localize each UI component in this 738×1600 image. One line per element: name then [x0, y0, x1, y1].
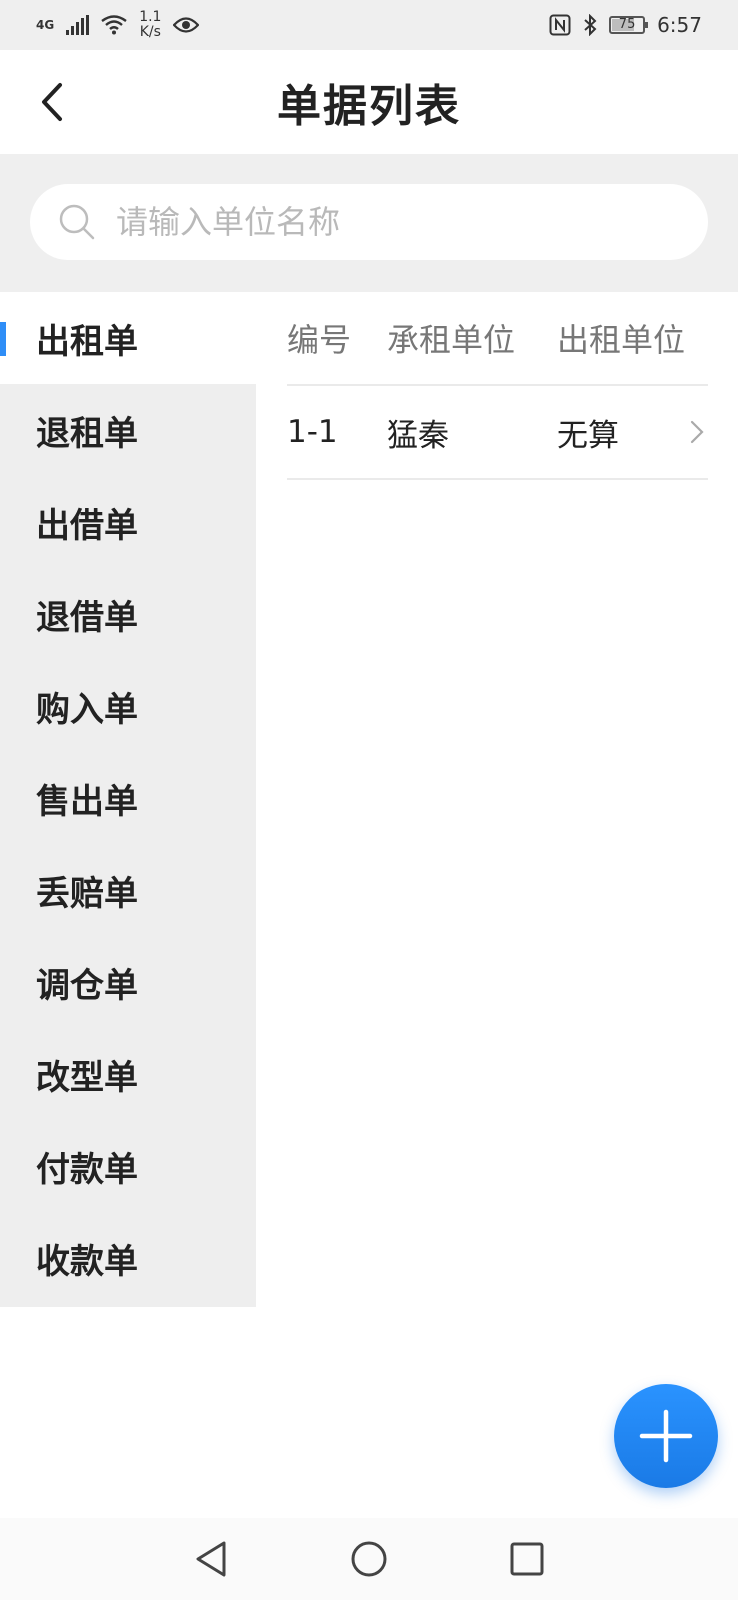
plus-icon	[639, 1409, 693, 1463]
sidebar-item-sale[interactable]: 售出单	[0, 752, 256, 844]
cell-lessor: 无算	[557, 417, 619, 454]
status-right: 75 6:57	[549, 13, 702, 37]
sidebar: 出租单 退租单 出借单 退借单 购入单 售出单 丢赔单 调仓单 改型单 付款单 …	[0, 292, 256, 1307]
net-speed-unit: K/s	[139, 24, 161, 40]
cell-number: 1-1	[287, 414, 338, 450]
sidebar-item-payment[interactable]: 付款单	[0, 1120, 256, 1212]
sidebar-item-label: 改型单	[36, 1057, 138, 1098]
add-document-button[interactable]	[614, 1384, 718, 1488]
list-header: 编号 承租单位 出租单位	[287, 292, 708, 386]
sidebar-item-model-change[interactable]: 改型单	[0, 1028, 256, 1120]
document-list: 编号 承租单位 出租单位 1-1 猛秦 无算	[287, 292, 708, 480]
net-speed: 1.1 K/s	[139, 10, 161, 40]
battery-icon: 75	[609, 16, 649, 34]
chevron-right-icon	[690, 420, 704, 444]
eye-icon	[173, 17, 200, 33]
sidebar-item-receipt[interactable]: 收款单	[0, 1212, 256, 1304]
chevron-left-icon	[42, 83, 62, 121]
sidebar-item-label: 出借单	[36, 505, 138, 546]
nfc-icon	[549, 14, 571, 36]
sidebar-item-rental-return[interactable]: 退租单	[0, 384, 256, 476]
sidebar-item-label: 付款单	[36, 1149, 138, 1190]
status-bar: 4G 1.1 K/s 75 6:57	[0, 0, 738, 50]
bluetooth-icon	[584, 14, 597, 36]
sidebar-item-lend-return[interactable]: 退借单	[0, 568, 256, 660]
sidebar-item-label: 收款单	[36, 1241, 138, 1282]
sidebar-item-label: 丢赔单	[36, 873, 138, 914]
sidebar-item-lend-out[interactable]: 出借单	[0, 476, 256, 568]
page-title: 单据列表	[277, 81, 461, 132]
clock: 6:57	[657, 13, 702, 37]
sidebar-item-label: 退租单	[36, 413, 138, 454]
cell-lessee: 猛秦	[387, 417, 449, 454]
status-left: 4G 1.1 K/s	[36, 10, 200, 40]
header: 单据列表	[0, 50, 738, 154]
back-button[interactable]	[30, 80, 74, 124]
column-header-lessor: 出租单位	[557, 321, 686, 359]
sidebar-item-rental-out[interactable]: 出租单	[0, 292, 256, 384]
sidebar-item-label: 购入单	[36, 689, 138, 730]
nav-home-button[interactable]	[345, 1535, 393, 1583]
signal-icon	[66, 15, 90, 35]
system-navigation-bar	[0, 1518, 738, 1600]
sidebar-item-purchase[interactable]: 购入单	[0, 660, 256, 752]
square-recent-icon	[510, 1542, 544, 1576]
sidebar-item-label: 出租单	[36, 321, 138, 362]
table-row[interactable]: 1-1 猛秦 无算	[287, 386, 708, 480]
column-header-number: 编号	[287, 321, 352, 359]
search-area	[0, 154, 738, 292]
search-input[interactable]	[114, 202, 678, 242]
net-speed-value: 1.1	[139, 9, 162, 25]
wifi-icon	[101, 15, 127, 35]
nav-recent-button[interactable]	[503, 1535, 551, 1583]
sidebar-item-label: 售出单	[36, 781, 138, 822]
sidebar-item-label: 调仓单	[36, 965, 138, 1006]
circle-home-icon	[351, 1541, 387, 1577]
sidebar-item-warehouse-transfer[interactable]: 调仓单	[0, 936, 256, 1028]
sidebar-item-label: 退借单	[36, 597, 138, 638]
search-box[interactable]	[30, 184, 708, 260]
triangle-back-icon	[196, 1541, 226, 1577]
search-icon	[59, 204, 95, 240]
network-type: 4G	[36, 18, 55, 32]
column-header-lessee: 承租单位	[387, 321, 516, 359]
battery-level: 75	[618, 17, 636, 32]
nav-back-button[interactable]	[187, 1535, 235, 1583]
sidebar-item-loss-compensation[interactable]: 丢赔单	[0, 844, 256, 936]
